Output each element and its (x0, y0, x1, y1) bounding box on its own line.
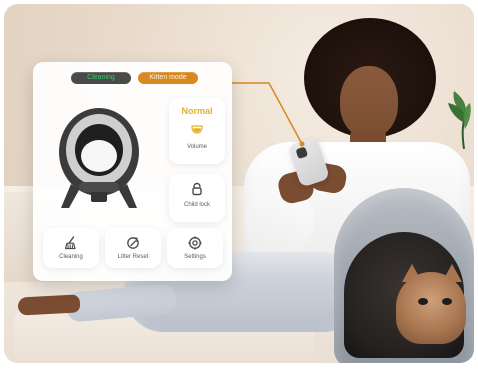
status-pill-kitten-mode[interactable]: Kitten mode (138, 72, 198, 84)
litter-box-image (59, 108, 139, 208)
mode-text: Normal (181, 106, 213, 116)
woman-foot (17, 294, 81, 316)
lock-icon (169, 182, 225, 196)
child-lock-button[interactable]: Child lock (169, 174, 225, 222)
reset-icon (105, 236, 161, 250)
status-pill-cleaning[interactable]: Cleaning (71, 72, 131, 84)
settings-button[interactable]: Settings (167, 228, 223, 268)
volume-label: Volume (186, 144, 207, 150)
product-image-frame: Cleaning Kitten mode Normal Volume Child… (4, 4, 474, 363)
broom-icon (64, 236, 76, 250)
lock-icon (192, 182, 202, 196)
settings-icon (167, 236, 223, 250)
child-lock-label: Child lock (183, 202, 210, 208)
phone-camera-icon (295, 146, 309, 160)
mode-volume-tile[interactable]: Normal Volume (169, 98, 225, 164)
litter-reset-button[interactable]: Litter Reset (105, 228, 161, 268)
app-control-card: Cleaning Kitten mode Normal Volume Child… (33, 62, 232, 281)
cat (396, 272, 466, 344)
woman-face (340, 66, 398, 138)
settings-icon (188, 236, 202, 250)
litter-reset-label: Litter Reset (117, 254, 149, 260)
sand-level-icon (191, 125, 203, 134)
cat-eye-icon (418, 298, 428, 305)
cat-eye-icon (442, 298, 452, 305)
settings-label: Settings (184, 254, 206, 260)
cleaning-label: Cleaning (59, 254, 83, 260)
reset-icon (127, 237, 139, 249)
plant-icon (448, 91, 471, 149)
cleaning-button[interactable]: Cleaning (43, 228, 99, 268)
broom-icon (43, 236, 99, 250)
